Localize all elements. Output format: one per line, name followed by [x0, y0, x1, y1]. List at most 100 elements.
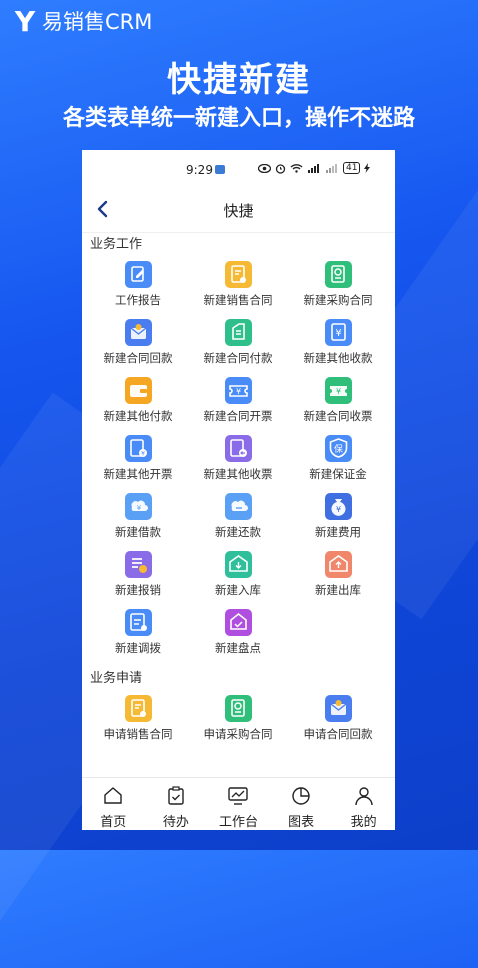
yen-doc-icon: ¥ — [324, 319, 352, 346]
ticket-green-icon: ¥ — [324, 377, 352, 404]
svg-text:¥: ¥ — [335, 328, 341, 339]
shortcut-item[interactable]: 新建还款 — [188, 489, 288, 547]
shortcut-label: 新建保证金 — [309, 467, 367, 481]
shortcut-item[interactable]: 新建报销 — [88, 547, 188, 605]
tab-item[interactable]: 我的 — [332, 778, 395, 830]
shortcut-item[interactable]: ¥ 新建费用 — [288, 489, 388, 547]
tab-label: 我的 — [350, 815, 377, 830]
section-title: 业务工作 — [90, 237, 143, 252]
wifi-icon — [290, 164, 303, 173]
shortcut-label: 申请合同回款 — [303, 727, 373, 741]
svg-text:¥: ¥ — [141, 451, 145, 458]
charging-icon — [364, 163, 371, 173]
inventory-icon — [224, 609, 252, 636]
shortcut-item[interactable]: 申请销售合同 — [88, 691, 188, 749]
contract-star-icon — [124, 695, 152, 722]
shortcut-item[interactable]: ¥ 新建合同收票 — [288, 373, 388, 431]
warehouse-in-icon — [224, 551, 252, 578]
shortcut-label: 新建其他开票 — [103, 467, 173, 481]
tab-item[interactable]: 待办 — [145, 778, 208, 830]
brand-logo-mark: Y — [14, 4, 36, 38]
shortcut-item[interactable]: ¥ 新建合同开票 — [188, 373, 288, 431]
shortcut-item[interactable]: 新建出库 — [288, 547, 388, 605]
alarm-icon — [275, 163, 286, 174]
page-title: 快捷 — [223, 202, 254, 220]
hand-doc-icon — [224, 319, 252, 346]
shortcut-item[interactable]: 新建盘点 — [188, 605, 288, 663]
shortcut-item[interactable]: ¥ 新建其他收款 — [288, 315, 388, 373]
status-icons: 41 — [258, 162, 371, 174]
pie-chart-icon — [290, 785, 312, 810]
svg-text:¥: ¥ — [136, 504, 141, 512]
list-yen-icon — [124, 551, 152, 578]
phone-screen: 9:29 41 快捷 业务工作 工作报告 新建销售合同 新建采购合同 新建合同回款 新建合… — [82, 150, 395, 830]
status-bar: 9:29 41 — [82, 150, 395, 188]
quick-create-list: 业务工作工作报告 新建销售合同 新建采购合同新建合同回款 新建合同付款 ¥ 新建其他收款新… — [82, 233, 395, 749]
nav-bar: 快捷 — [82, 188, 395, 233]
shortcut-item[interactable]: 新建其他付款 — [88, 373, 188, 431]
svg-text:¥: ¥ — [335, 387, 340, 396]
shortcut-label: 新建销售合同 — [203, 293, 273, 307]
shortcut-grid: 工作报告 新建销售合同 新建采购合同新建合同回款 新建合同付款 ¥ 新建其他收款新建其他付… — [82, 257, 395, 663]
tab-item[interactable]: 图表 — [270, 778, 333, 830]
cloud-hand-icon: ¥ — [124, 493, 152, 520]
home-icon — [102, 785, 124, 810]
shortcut-label: 新建还款 — [215, 525, 261, 539]
contract-star-icon — [224, 261, 252, 288]
shortcut-label: 新建采购合同 — [303, 293, 373, 307]
tab-item[interactable]: 工作台 — [207, 778, 270, 830]
transfer-doc-icon — [124, 609, 152, 636]
shortcut-item[interactable]: 申请采购合同 — [188, 691, 288, 749]
status-time: 9:29 — [186, 163, 213, 177]
envelope-money-icon — [324, 695, 352, 722]
notification-icon — [215, 165, 225, 174]
tab-label: 工作台 — [218, 815, 258, 830]
svg-text:¥: ¥ — [335, 505, 340, 514]
shortcut-item[interactable]: ¥ 新建借款 — [88, 489, 188, 547]
shortcut-item[interactable]: 新建合同付款 — [188, 315, 288, 373]
shortcut-label: 新建入库 — [215, 583, 261, 597]
money-bag-icon: ¥ — [324, 493, 352, 520]
tab-item[interactable]: 首页 — [82, 778, 145, 830]
svg-text:¥: ¥ — [235, 387, 240, 396]
shortcut-item[interactable]: 新建调拨 — [88, 605, 188, 663]
wallet-icon — [124, 377, 152, 404]
shortcut-label: 新建出库 — [315, 583, 361, 597]
shortcut-item[interactable]: 申请合同回款 — [288, 691, 388, 749]
tab-label: 待办 — [162, 815, 189, 830]
shortcut-label: 新建其他收票 — [203, 467, 273, 481]
shortcut-label: 新建调拨 — [115, 641, 161, 655]
shortcut-item[interactable]: 新建采购合同 — [288, 257, 388, 315]
user-icon — [353, 785, 375, 810]
shortcut-item[interactable]: 新建销售合同 — [188, 257, 288, 315]
shortcut-label: 申请采购合同 — [203, 727, 273, 741]
signal-icon — [326, 164, 337, 173]
promo-subline: 各类表单统一新建入口，操作不迷路 — [62, 106, 415, 131]
tab-label: 首页 — [100, 815, 127, 830]
shortcut-item[interactable]: 保新建保证金 — [288, 431, 388, 489]
shortcut-item[interactable]: 新建入库 — [188, 547, 288, 605]
battery-icon: 41 — [343, 162, 361, 174]
shortcut-label: 申请销售合同 — [103, 727, 173, 741]
bottom-tab-bar: 首页 待办 工作台 图表 我的 — [82, 777, 395, 830]
contract-award-icon — [324, 261, 352, 288]
shortcut-label: 新建费用 — [315, 525, 361, 539]
shortcut-item[interactable]: 新建合同回款 — [88, 315, 188, 373]
section-title: 业务申请 — [90, 671, 143, 686]
promo-headline: 快捷新建 — [167, 60, 311, 100]
shortcut-label: 新建盘点 — [215, 641, 261, 655]
shortcut-label: 新建借款 — [115, 525, 161, 539]
brand-logo: Y 易销售CRM — [12, 4, 153, 38]
shield-bao-icon: 保 — [324, 435, 352, 462]
cloud-hand-return-icon — [224, 493, 252, 520]
shortcut-item[interactable]: ¥ 新建其他开票 — [88, 431, 188, 489]
warehouse-out-icon — [324, 551, 352, 578]
shortcut-label: 新建其他付款 — [103, 409, 173, 423]
shortcut-item[interactable]: 新建其他收票 — [188, 431, 288, 489]
signal-icon — [308, 164, 319, 173]
shortcut-item[interactable]: 工作报告 — [88, 257, 188, 315]
svg-text:保: 保 — [333, 443, 342, 455]
ticket-icon: ¥ — [224, 377, 252, 404]
invoice-in-icon — [224, 435, 252, 462]
shortcut-label: 新建合同开票 — [203, 409, 273, 423]
